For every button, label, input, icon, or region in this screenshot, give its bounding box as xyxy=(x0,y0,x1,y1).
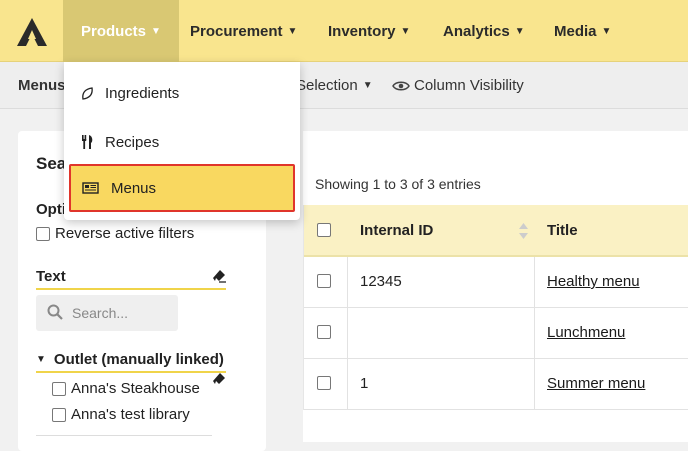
table-row: 12345 Healthy menu xyxy=(303,257,688,308)
column-divider xyxy=(534,257,535,410)
products-dropdown-menu: Ingredients Recipes Menus xyxy=(64,62,300,220)
page-title: Menus xyxy=(18,77,66,94)
dropdown-item-menus[interactable]: Menus xyxy=(69,164,295,212)
outlet-option[interactable]: Anna's Steakhouse xyxy=(52,380,200,397)
reverse-filters-label: Reverse active filters xyxy=(55,225,195,242)
options-heading: Opti xyxy=(36,201,66,218)
column-header-internal-id[interactable]: Internal ID xyxy=(360,222,433,239)
caret-down-icon: ▼ xyxy=(400,25,411,37)
text-filter-underline xyxy=(36,288,226,290)
table-info: Showing 1 to 3 of 3 entries xyxy=(315,176,481,192)
column-header-title[interactable]: Title xyxy=(547,222,578,239)
nav-inventory-label: Inventory xyxy=(328,22,396,40)
row-checkbox[interactable] xyxy=(317,274,331,288)
dropdown-item-label: Ingredients xyxy=(105,84,180,102)
dropdown-item-label: Recipes xyxy=(105,133,160,151)
search-icon xyxy=(47,304,63,320)
chevron-down-icon: ▼ xyxy=(36,354,46,365)
nav-inventory[interactable]: Inventory ▼ xyxy=(328,0,410,62)
select-all-checkbox[interactable] xyxy=(317,223,331,237)
cell-internal-id: 1 xyxy=(360,375,369,392)
nav-procurement-label: Procurement xyxy=(190,22,283,40)
top-navbar: Products ▼ Procurement ▼ Inventory ▼ Ana… xyxy=(0,0,688,62)
menu-title-link[interactable]: Lunchmenu xyxy=(547,324,625,341)
nav-media[interactable]: Media ▼ xyxy=(554,0,611,62)
caret-down-icon: ▼ xyxy=(362,80,373,91)
outlet-checkbox[interactable] xyxy=(52,381,66,396)
selection-dropdown[interactable]: Selection ▼ xyxy=(296,62,373,109)
row-checkbox[interactable] xyxy=(317,325,331,339)
eraser-icon[interactable] xyxy=(211,268,227,283)
nav-analytics[interactable]: Analytics ▼ xyxy=(443,0,525,62)
reverse-filters-option[interactable]: Reverse active filters xyxy=(36,225,194,242)
table-left-border xyxy=(303,205,304,410)
text-search-box[interactable] xyxy=(36,295,178,331)
dropdown-item-recipes[interactable]: Recipes xyxy=(64,118,300,166)
newspaper-icon xyxy=(82,182,99,194)
leaf-icon xyxy=(82,86,93,100)
column-visibility-label: Column Visibility xyxy=(414,77,524,94)
outlet-option-label: Anna's Steakhouse xyxy=(71,380,200,397)
caret-down-icon: ▼ xyxy=(151,25,161,37)
selection-label: Selection xyxy=(296,77,358,94)
outlet-filter-underline xyxy=(36,371,226,373)
search-input[interactable] xyxy=(70,295,174,331)
menu-title-link[interactable]: Healthy menu xyxy=(547,273,640,290)
outlet-filter-toggle[interactable]: ▼ Outlet (manually linked) xyxy=(36,351,224,368)
table-row: Lunchmenu xyxy=(303,308,688,359)
eye-icon xyxy=(392,81,410,90)
nav-procurement[interactable]: Procurement ▼ xyxy=(190,0,297,62)
sort-icon[interactable] xyxy=(519,223,528,239)
nav-analytics-label: Analytics xyxy=(443,22,510,40)
row-checkbox[interactable] xyxy=(317,376,331,390)
eraser-icon[interactable] xyxy=(211,371,227,386)
dropdown-item-ingredients[interactable]: Ingredients xyxy=(64,69,300,117)
caret-down-icon: ▼ xyxy=(287,25,298,37)
column-divider xyxy=(347,257,348,410)
caret-down-icon: ▼ xyxy=(514,25,525,37)
divider xyxy=(36,435,212,436)
dropdown-item-label: Menus xyxy=(111,179,157,197)
app-logo-icon[interactable] xyxy=(17,18,47,46)
utensils-icon xyxy=(82,135,93,149)
cell-internal-id: 12345 xyxy=(360,273,402,290)
text-filter-label: Text xyxy=(36,268,66,285)
table-header-row: Internal ID Title xyxy=(303,205,688,257)
outlet-option-label: Anna's test library xyxy=(71,406,190,423)
nav-products[interactable]: Products ▼ xyxy=(63,0,179,62)
nav-products-label: Products xyxy=(81,22,147,40)
reverse-filters-checkbox[interactable] xyxy=(36,226,50,241)
table-row: 1 Summer menu xyxy=(303,359,688,410)
caret-down-icon: ▼ xyxy=(601,25,612,37)
outlet-option[interactable]: Anna's test library xyxy=(52,406,190,423)
outlet-checkbox[interactable] xyxy=(52,407,66,422)
menu-title-link[interactable]: Summer menu xyxy=(547,375,645,392)
column-visibility-button[interactable]: Column Visibility xyxy=(392,62,524,109)
nav-media-label: Media xyxy=(554,22,597,40)
outlet-filter-label: Outlet (manually linked) xyxy=(53,351,224,368)
filter-panel-title: Sea xyxy=(36,154,67,173)
